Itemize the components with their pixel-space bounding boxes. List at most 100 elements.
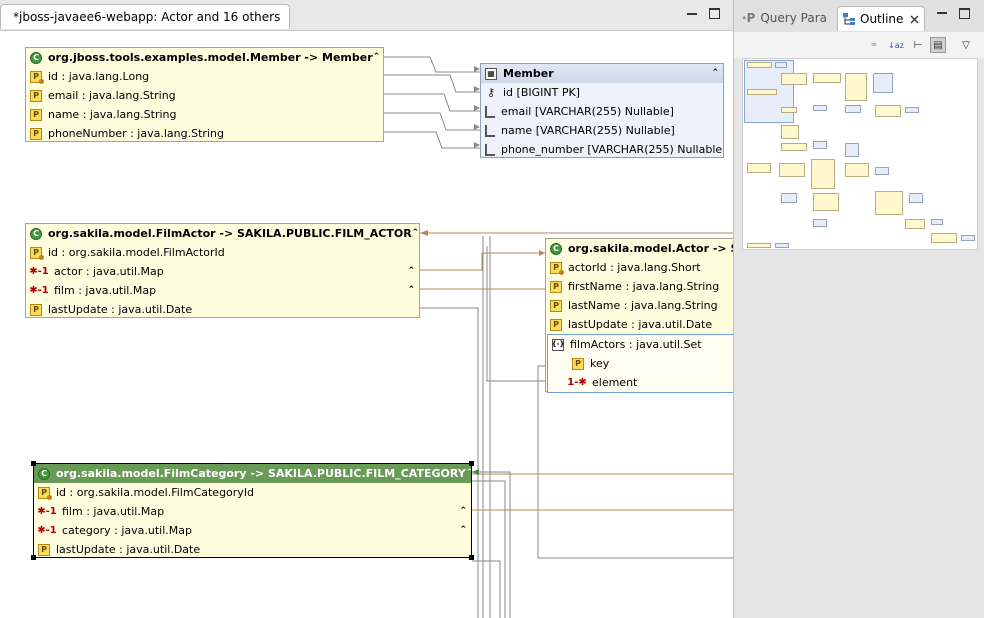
editor-tab[interactable]: *jboss-javaee6-webapp: Actor and 16 othe… (0, 4, 290, 29)
property-icon: P (30, 108, 42, 121)
mini-entity (845, 163, 869, 177)
collapse-icon[interactable]: ⌃ (373, 53, 381, 62)
property-row[interactable]: PlastUpdate : java.util.Date (34, 540, 471, 559)
sort-button[interactable]: ↓az (888, 37, 904, 53)
column-label: name [VARCHAR(255) Nullable] (501, 124, 675, 137)
property-row[interactable]: Pid : org.sakila.model.FilmActorId (26, 243, 419, 262)
table-header[interactable]: ▦ Member ⌃ (481, 64, 723, 83)
property-row[interactable]: PfirstName : java.lang.String (546, 277, 733, 296)
maximize-button[interactable] (708, 7, 720, 19)
property-row[interactable]: Pname : java.lang.String (26, 105, 383, 124)
property-row[interactable]: Pid : java.lang.Long (26, 67, 383, 86)
property-label: firstName : java.lang.String (568, 280, 720, 293)
property-icon: P (30, 127, 42, 140)
member-entity[interactable]: C org.jboss.tools.examples.model.Member … (25, 47, 384, 142)
outline-toolbar: ⚭ ↓az ⊢ ▤ ▽ (734, 32, 984, 58)
member-id-wire (384, 56, 480, 73)
property-row[interactable]: PlastName : java.lang.String (546, 296, 733, 315)
minimize-button[interactable] (686, 6, 698, 18)
collapse-icon[interactable]: ⌃ (711, 69, 719, 78)
collection-child-row[interactable]: 1-✱ element (548, 373, 733, 392)
property-row[interactable]: ✱-1 actor : java.util.Map ⌃ (26, 262, 419, 281)
minimize-icon (937, 12, 947, 14)
column-icon (485, 143, 495, 156)
tab-label: Outline (860, 12, 904, 26)
resize-handle[interactable] (469, 461, 474, 466)
property-row[interactable]: PphoneNumber : java.lang.String (26, 124, 383, 143)
view-menu-button[interactable]: ▽ (958, 37, 974, 53)
member-name-wire (384, 93, 480, 112)
resize-handle[interactable] (31, 555, 36, 560)
entity-header[interactable]: C org.jboss.tools.examples.model.Member … (26, 48, 383, 67)
column-row[interactable]: ⚷ id [BIGINT PK] (481, 83, 723, 102)
entity-header[interactable]: C org.sakila.model.Actor -> SA (546, 239, 733, 258)
mini-table (909, 193, 923, 203)
column-row[interactable]: phone_number [VARCHAR(255) Nullable] (481, 140, 723, 159)
property-icon: P (30, 89, 42, 102)
overview-button[interactable]: ▤ (930, 37, 946, 53)
close-icon[interactable] (909, 14, 920, 25)
property-row[interactable]: ✱-1 category : java.util.Map ⌃ (34, 521, 471, 540)
property-label: lastUpdate : java.util.Date (568, 318, 713, 331)
one-to-many-icon: 1-✱ (567, 376, 587, 388)
property-label: name : java.lang.String (48, 108, 177, 121)
entity-header[interactable]: C org.sakila.model.FilmActor -> SAKILA.P… (26, 224, 419, 243)
mini-table (775, 62, 787, 68)
many-to-one-icon: ✱-1 (29, 265, 49, 277)
mini-entity (781, 125, 799, 139)
entity-header[interactable]: C org.sakila.model.FilmCategory -> SAKIL… (34, 464, 471, 483)
collection-row[interactable]: {-} filmActors : java.util.Set (548, 335, 733, 354)
tab-query-parameters[interactable]: ·P Query Para (742, 6, 827, 30)
filmactor-entity[interactable]: C org.sakila.model.FilmActor -> SAKILA.P… (25, 223, 420, 318)
resize-handle[interactable] (31, 461, 36, 466)
collection-group[interactable]: {-} filmActors : java.util.Set Pkey 1-✱ el… (547, 334, 733, 393)
collapse-icon[interactable]: ⌃ (407, 286, 415, 295)
sort-az-icon: ↓az (888, 40, 904, 50)
property-row[interactable]: PlastUpdate : java.util.Date (26, 300, 419, 319)
member-table[interactable]: ▦ Member ⌃ ⚷ id [BIGINT PK] email [VARCHA… (480, 63, 724, 158)
property-label: lastUpdate : java.util.Date (56, 543, 201, 556)
tab-outline[interactable]: Outline (837, 6, 926, 31)
diagram-editor: *jboss-javaee6-webapp: Actor and 16 othe… (0, 0, 733, 618)
filmcategory-entity[interactable]: C org.sakila.model.FilmCategory -> SAKIL… (33, 463, 472, 558)
column-row[interactable]: email [VARCHAR(255) Nullable] (481, 102, 723, 121)
property-label: id : org.sakila.model.FilmActorId (48, 246, 225, 259)
property-label: id : org.sakila.model.FilmCategoryId (56, 486, 255, 499)
actor-entity[interactable]: C org.sakila.model.Actor -> SA PactorId … (545, 238, 733, 393)
class-icon: C (30, 51, 42, 64)
link-button[interactable]: ⚭ (866, 37, 882, 53)
id-property-icon: P (38, 486, 52, 500)
collapse-icon[interactable]: ⌃ (412, 229, 419, 238)
resize-handle[interactable] (469, 555, 474, 560)
class-icon: C (38, 467, 50, 480)
collection-child-row[interactable]: Pkey (548, 354, 733, 373)
side-pane: ·P Query Para Outline ⚭ ↓az ⊢ ▤ ▽ (733, 0, 984, 618)
property-row[interactable]: Pid : org.sakila.model.FilmCategoryId (34, 483, 471, 502)
diagram-canvas[interactable]: C org.jboss.tools.examples.model.Member … (0, 31, 733, 618)
property-row[interactable]: ✱-1 film : java.util.Map ⌃ (34, 502, 471, 521)
property-row[interactable]: ✱-1 film : java.util.Map ⌃ (26, 281, 419, 300)
property-row[interactable]: PactorId : java.lang.Short (546, 258, 733, 277)
mini-entity (781, 73, 807, 85)
member-phone2-wire (384, 131, 480, 149)
property-row[interactable]: Pemail : java.lang.String (26, 86, 383, 105)
diagram-overview[interactable] (742, 58, 978, 250)
collapse-icon[interactable]: ⌃ (466, 469, 471, 478)
member-phone-wire (384, 112, 480, 131)
maximize-button[interactable] (958, 7, 970, 19)
mini-entity (813, 73, 841, 83)
tree-view-button[interactable]: ⊢ (910, 37, 926, 53)
column-row[interactable]: name [VARCHAR(255) Nullable] (481, 121, 723, 140)
mini-entity (747, 243, 771, 248)
editor-tab-title: *jboss-javaee6-webapp: Actor and 16 othe… (13, 10, 281, 24)
collapse-icon[interactable]: ⌃ (407, 267, 415, 276)
collapse-icon[interactable]: ⌃ (459, 526, 467, 535)
entity-title: org.jboss.tools.examples.model.Member ->… (48, 51, 373, 64)
side-tab-bar: ·P Query Para Outline (734, 0, 984, 32)
outline-icon (843, 13, 855, 25)
mini-entity (781, 143, 807, 151)
property-row[interactable]: PlastUpdate : java.util.Date (546, 315, 733, 334)
collapse-icon[interactable]: ⌃ (459, 507, 467, 516)
minimize-button[interactable] (936, 5, 948, 17)
mini-table (775, 243, 789, 248)
